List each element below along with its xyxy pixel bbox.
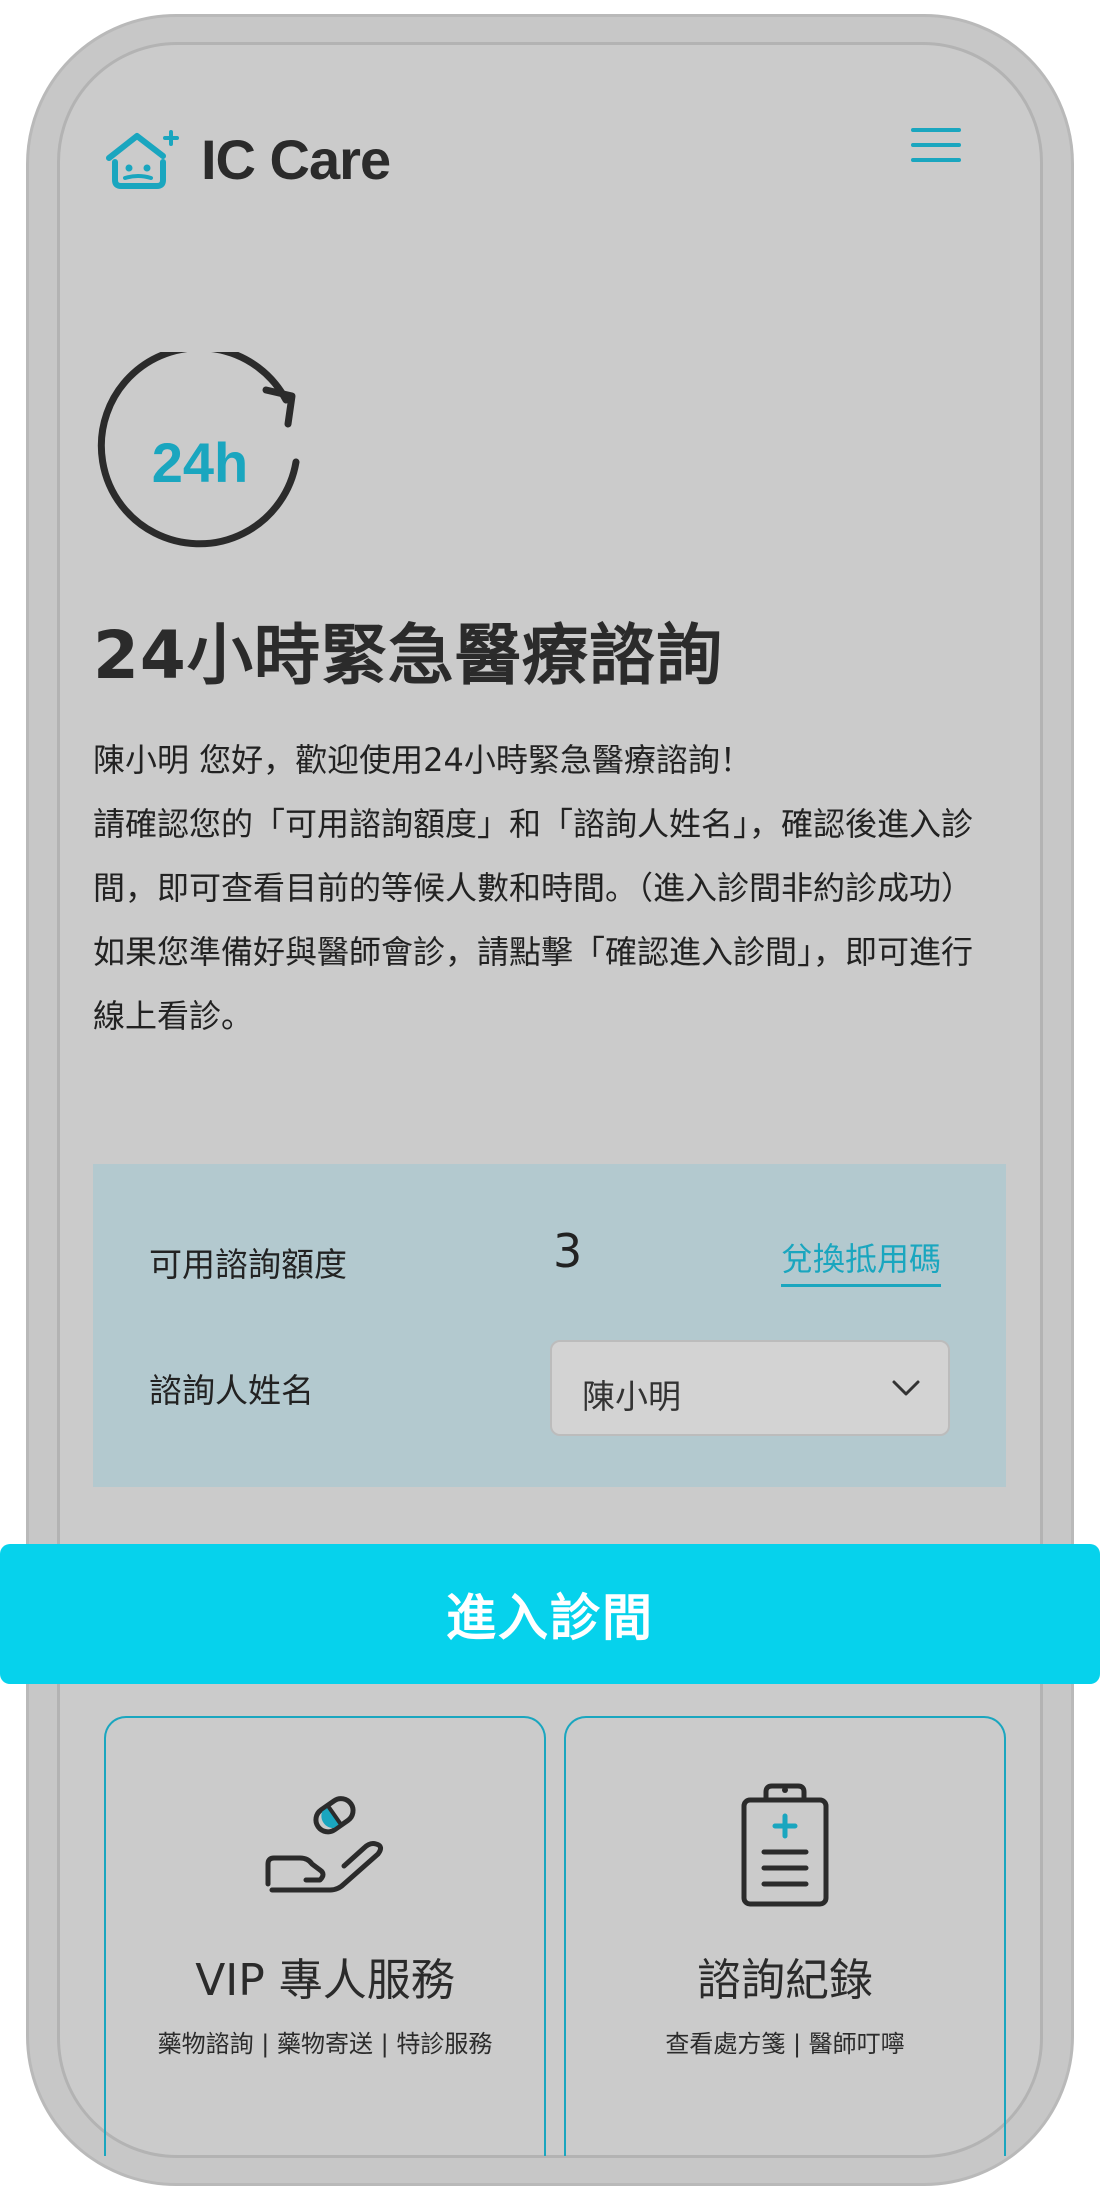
records-card-title: 諮詢紀錄: [697, 1955, 873, 2006]
vip-service-card[interactable]: VIP 專人服務 藥物諮詢 | 藥物寄送 | 特診服務: [104, 1716, 546, 2156]
brand-name: IC Care: [201, 127, 391, 191]
redeem-voucher-link[interactable]: 兌換抵用碼: [781, 1234, 942, 1287]
consultee-name-value: 陳小明: [582, 1377, 681, 1416]
vip-card-subtitle: 藥物諮詢 | 藥物寄送 | 特診服務: [157, 2030, 493, 2058]
instruction-line: 請確認您的「可用諮詢額度」和「諮詢人姓名」，確認後進入診間，即可查看目前的等候人…: [93, 805, 974, 907]
hamburger-menu-icon[interactable]: [911, 128, 961, 168]
quota-label: 可用諮詢額度: [149, 1245, 347, 1284]
quota-value: 3: [553, 1224, 583, 1278]
consultee-name-label: 諮詢人姓名: [149, 1371, 314, 1410]
enter-clinic-button[interactable]: 進入診間: [0, 1544, 1100, 1684]
vip-card-title: VIP 專人服務: [195, 1955, 455, 2006]
pill-hand-icon: [265, 1796, 384, 1893]
consultee-name-select[interactable]: 陳小明: [550, 1340, 950, 1436]
greeting-line: 陳小明 您好，歡迎使用24小時緊急醫療諮詢！: [93, 741, 752, 779]
house-logo-icon: [106, 130, 179, 189]
chevron-down-icon: [892, 1380, 920, 1396]
page-title: 24小時緊急醫療諮詢: [93, 617, 723, 694]
24h-clock-icon: 24h: [97, 352, 300, 548]
clipboard-icon: [741, 1783, 829, 1907]
records-card-subtitle: 查看處方箋 | 醫師叮嚀: [665, 2030, 905, 2058]
24h-icon-text: 24h: [152, 431, 249, 494]
consult-records-card[interactable]: 諮詢紀錄 查看處方箋 | 醫師叮嚀: [564, 1716, 1006, 2156]
consult-form-panel: 可用諮詢額度 3 兌換抵用碼 諮詢人姓名 陳小明: [93, 1164, 1006, 1487]
intro-text: 陳小明 您好，歡迎使用24小時緊急醫療諮詢！ 請確認您的「可用諮詢額度」和「諮詢…: [93, 728, 993, 1048]
app-header: IC Care: [103, 124, 973, 194]
confirm-line: 如果您準備好與醫師會診，請點擊「確認進入診間」，即可進行線上看診。: [93, 933, 974, 1035]
logo[interactable]: IC Care: [103, 124, 391, 194]
